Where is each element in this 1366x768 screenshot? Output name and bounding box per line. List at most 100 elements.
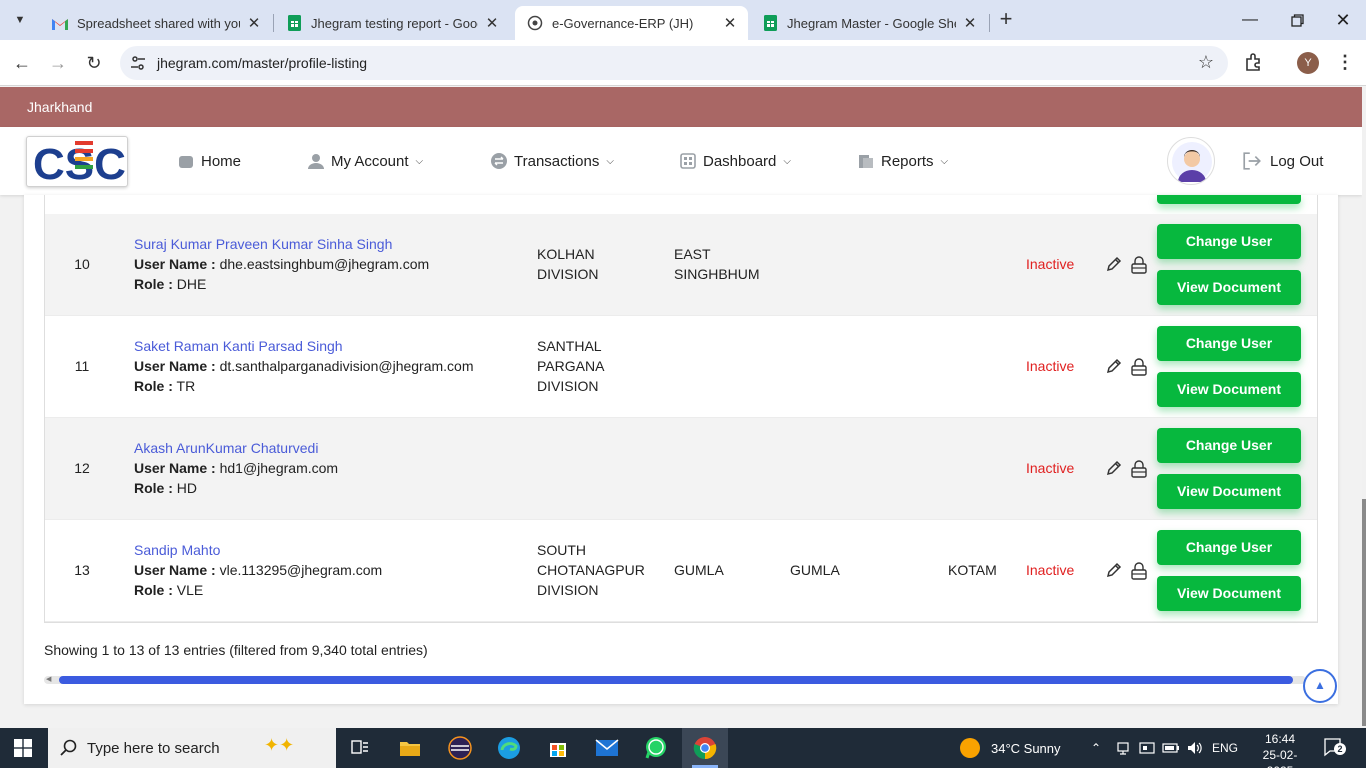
lock-icon[interactable]	[1130, 256, 1148, 274]
division-line: PARGANA	[537, 358, 605, 374]
browser-tab-active[interactable]: e-Governance-ERP (JH) ✕	[515, 6, 748, 40]
whatsapp-icon[interactable]	[633, 728, 679, 768]
user-avatar[interactable]	[1167, 137, 1215, 185]
site-settings-icon[interactable]	[130, 55, 146, 71]
lock-icon[interactable]	[1130, 562, 1148, 580]
new-tab-plus-icon[interactable]: +	[994, 8, 1018, 32]
scroll-left-icon[interactable]: ◀	[46, 676, 51, 684]
language-indicator[interactable]: ENG	[1212, 728, 1238, 768]
search-placeholder: Type here to search	[87, 740, 220, 757]
division-line: SOUTH	[537, 542, 586, 558]
division-cell: SOUTH CHOTANAGPUR DIVISION	[537, 540, 657, 600]
close-icon[interactable]: ✕	[484, 14, 500, 32]
edit-pencil-icon[interactable]	[1105, 357, 1123, 375]
role-label: Role :	[134, 276, 173, 292]
change-user-button[interactable]: Change User	[1157, 326, 1301, 361]
browser-tab[interactable]: Jhegram Master - Google Sheet ✕	[750, 6, 988, 40]
logout-icon	[1243, 152, 1261, 170]
change-user-button[interactable]: Change User	[1157, 428, 1301, 463]
url-text[interactable]: jhegram.com/master/profile-listing	[157, 55, 367, 71]
copilot-sparkle-icon[interactable]: ✦✦	[264, 735, 294, 756]
csc-logo-graphic: CSC	[33, 140, 126, 189]
nav-home[interactable]: Home	[178, 150, 241, 172]
division-line: KOLHAN	[537, 246, 595, 262]
nav-transactions[interactable]: Transactions ⌵	[491, 150, 614, 172]
edit-pencil-icon[interactable]	[1105, 561, 1123, 579]
minimize-icon[interactable]: —	[1238, 8, 1262, 32]
previous-row-button-edge[interactable]	[1157, 195, 1301, 204]
status-badge: Inactive	[1026, 256, 1075, 272]
division-cell: SANTHAL PARGANA DIVISION	[537, 336, 657, 396]
profile-avatar[interactable]: Y	[1297, 52, 1319, 74]
horizontal-scrollbar[interactable]: ◀	[44, 676, 1306, 684]
change-user-button[interactable]: Change User	[1157, 224, 1301, 259]
gmail-icon	[52, 15, 68, 31]
serial-number: 12	[74, 460, 90, 476]
volume-icon[interactable]	[1186, 728, 1204, 768]
browser-tab[interactable]: Jhegram testing report - Googl ✕	[274, 6, 510, 40]
user-full-name[interactable]: Sandip Mahto	[134, 540, 524, 560]
taskbar-search-box[interactable]: Type here to search ✦✦	[48, 728, 336, 768]
csc-logo[interactable]: CSC	[26, 136, 128, 189]
view-document-button[interactable]: View Document	[1157, 270, 1301, 305]
nav-reports[interactable]: Reports ⌵	[858, 150, 948, 172]
view-document-button[interactable]: View Document	[1157, 576, 1301, 611]
dashboard-icon	[680, 153, 696, 169]
store-icon[interactable]	[535, 728, 581, 768]
view-document-button[interactable]: View Document	[1157, 372, 1301, 407]
reload-icon[interactable]: ↻	[81, 50, 107, 76]
eclipse-icon[interactable]	[437, 728, 483, 768]
show-hidden-icons-chevron-icon[interactable]: ⌃	[1091, 728, 1101, 768]
scroll-to-top-icon[interactable]: ▲	[1303, 669, 1337, 703]
address-bar[interactable]: jhegram.com/master/profile-listing ☆	[120, 46, 1228, 80]
scrollbar-thumb[interactable]	[59, 676, 1293, 684]
window-close-icon[interactable]: ✕	[1331, 8, 1355, 32]
username-value: hd1@jhegram.com	[219, 460, 339, 476]
bookmark-star-icon[interactable]: ☆	[1198, 52, 1214, 73]
weather-widget[interactable]: 34°C Sunny	[960, 728, 1061, 768]
file-explorer-icon[interactable]	[387, 728, 433, 768]
close-icon[interactable]: ✕	[962, 14, 978, 32]
table-row: 11 Saket Raman Kanti Parsad Singh User N…	[45, 316, 1317, 418]
lock-icon[interactable]	[1130, 460, 1148, 478]
user-full-name[interactable]: Saket Raman Kanti Parsad Singh	[134, 336, 524, 356]
back-arrow-icon[interactable]: ←	[9, 50, 35, 76]
serial-number: 10	[74, 256, 90, 272]
close-icon[interactable]: ✕	[722, 14, 738, 32]
mail-icon[interactable]	[584, 728, 630, 768]
lock-icon[interactable]	[1130, 358, 1148, 376]
tab-search-chevron-icon[interactable]: ▼	[8, 9, 32, 31]
windows-start-icon[interactable]	[14, 739, 32, 757]
change-user-button[interactable]: Change User	[1157, 530, 1301, 565]
chrome-icon[interactable]	[682, 728, 728, 768]
vertical-scrollbar-thumb[interactable]	[1362, 499, 1366, 726]
view-document-button[interactable]: View Document	[1157, 474, 1301, 509]
edge-icon[interactable]	[486, 728, 532, 768]
nav-my-account[interactable]: My Account ⌵	[308, 150, 423, 172]
edit-pencil-icon[interactable]	[1105, 255, 1123, 273]
taskbar-clock[interactable]: 16:44 25-02-2025	[1250, 731, 1310, 768]
restore-icon[interactable]	[1285, 8, 1309, 32]
user-full-name[interactable]: Suraj Kumar Praveen Kumar Sinha Singh	[134, 234, 524, 254]
battery-icon[interactable]	[1162, 728, 1180, 768]
task-view-icon[interactable]	[337, 728, 383, 768]
forward-arrow-icon[interactable]: →	[45, 50, 71, 76]
menu-kebab-icon[interactable]: ⋮	[1336, 51, 1354, 75]
username-label: User Name :	[134, 256, 216, 272]
logout-link[interactable]: Log Out	[1242, 150, 1323, 172]
notification-count: 2	[1334, 743, 1346, 755]
edit-pencil-icon[interactable]	[1105, 459, 1123, 477]
user-full-name[interactable]: Akash ArunKumar Chaturvedi	[134, 438, 524, 458]
close-icon[interactable]: ✕	[246, 14, 262, 32]
browser-tab[interactable]: Spreadsheet shared with you: "J ✕	[40, 6, 272, 40]
nav-dashboard[interactable]: Dashboard ⌵	[680, 150, 791, 172]
network-icon[interactable]	[1115, 728, 1131, 768]
state-banner: Jharkhand	[0, 87, 1362, 127]
display-icon[interactable]	[1139, 728, 1155, 768]
vertical-scrollbar[interactable]	[1362, 87, 1366, 728]
username-label: User Name :	[134, 562, 216, 578]
username-line: User Name : vle.113295@jhegram.com	[134, 560, 524, 580]
notification-center[interactable]: 2	[1324, 738, 1346, 758]
extensions-puzzle-icon[interactable]	[1243, 51, 1265, 73]
home-icon	[179, 156, 193, 168]
